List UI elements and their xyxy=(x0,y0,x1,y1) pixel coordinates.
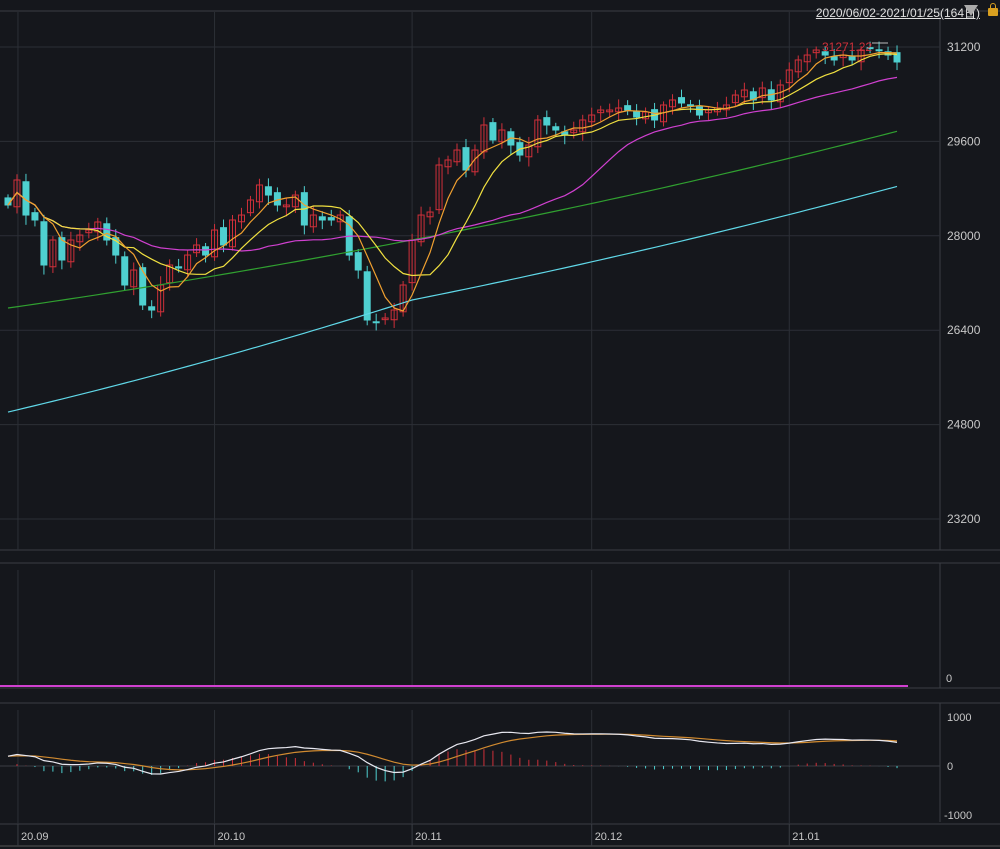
x-tick-label: 20.11 xyxy=(415,831,442,843)
x-tick-label: 20.12 xyxy=(595,831,623,843)
candle-down xyxy=(354,252,362,271)
candle-down xyxy=(40,221,48,266)
candle-down xyxy=(633,111,641,118)
max-price-annotation: 31271.22 xyxy=(822,40,872,54)
candle-down xyxy=(830,56,838,61)
date-range-link[interactable]: 2020/06/02-2021/01/25(164日) xyxy=(816,4,980,21)
y-tick-label: 24800 xyxy=(947,418,981,432)
x-tick-label: 20.09 xyxy=(21,831,49,843)
candle-down xyxy=(462,147,470,171)
candle-down xyxy=(220,227,228,246)
dropdown-triangle-icon[interactable] xyxy=(964,5,978,16)
candle-down xyxy=(264,186,272,196)
candle-down xyxy=(31,212,39,221)
x-tick-label: 21.01 xyxy=(792,831,820,843)
y-tick-label: 26400 xyxy=(947,323,981,337)
y-tick-label: 31200 xyxy=(947,40,981,54)
candle-down xyxy=(175,266,183,269)
macd-tick-label: 1000 xyxy=(947,712,971,724)
candle-down xyxy=(327,217,335,221)
macd-tick-label: -1000 xyxy=(944,810,972,822)
candle-down xyxy=(686,104,694,107)
lock-icon[interactable] xyxy=(988,3,998,16)
x-tick-label: 20.10 xyxy=(218,831,246,843)
candle-down xyxy=(202,246,210,256)
candle-down xyxy=(552,126,560,131)
candle-down xyxy=(848,56,856,61)
stock-chart[interactable]: 20.09 20.10 20.11 20.12 21.01 31200 29600 28000… xyxy=(0,0,1000,849)
candle-down xyxy=(695,106,703,116)
y-tick-label: 29600 xyxy=(947,134,981,148)
candle-down xyxy=(875,49,883,52)
y-tick-label: 23200 xyxy=(947,512,981,526)
macd-tick-label: 0 xyxy=(947,761,953,773)
candle-down xyxy=(624,105,632,111)
candle-down xyxy=(489,122,497,141)
candle-down xyxy=(372,321,380,324)
candle-down xyxy=(273,192,281,206)
candle-down xyxy=(363,271,371,321)
candle-down xyxy=(678,97,685,104)
candle-down xyxy=(121,256,129,286)
candle-down xyxy=(318,216,326,221)
volume-tick-label: 0 xyxy=(946,673,952,685)
candle-down xyxy=(148,306,156,311)
macd-line xyxy=(7,731,898,775)
y-tick-label: 28000 xyxy=(947,229,981,243)
candle-down xyxy=(543,117,551,126)
macd-signal-line xyxy=(7,733,898,771)
